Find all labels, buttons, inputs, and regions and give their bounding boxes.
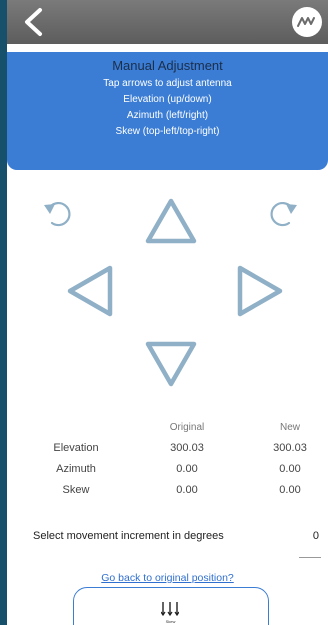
triangle-down-icon (145, 341, 197, 387)
increment-input[interactable]: 0 (289, 530, 319, 542)
panel-title: Manual Adjustment (112, 58, 223, 73)
instruction-azimuth: Azimuth (left/right) (126, 110, 209, 121)
table-header-row: Original New (7, 422, 328, 438)
instruction-line: Tap arrows to adjust antenna (103, 78, 232, 89)
azimuth-right-button[interactable] (233, 263, 285, 319)
skew-button-label: Skew (165, 619, 176, 624)
skew-left-button[interactable] (40, 195, 76, 231)
row-label: Skew (62, 484, 90, 496)
top-bar (7, 0, 328, 44)
instructions-panel: Manual Adjustment Tap arrows to adjust a… (7, 52, 328, 170)
triangle-left-icon (67, 265, 113, 317)
azimuth-left-button[interactable] (65, 263, 117, 319)
increment-label: Select movement increment in degrees (33, 530, 224, 542)
triangle-up-icon (145, 198, 197, 244)
column-original: Original (169, 422, 205, 433)
app-screen: Manual Adjustment Tap arrows to adjust a… (7, 0, 328, 625)
row-label: Elevation (53, 442, 99, 454)
skew-mode-button[interactable]: Skew (73, 587, 269, 625)
reset-position-link[interactable]: Go back to original position? (7, 572, 328, 584)
skew-right-button[interactable] (265, 195, 301, 231)
elevation-up-button[interactable] (143, 196, 199, 248)
rotate-counterclockwise-icon (44, 202, 71, 227)
row-label: Azimuth (56, 463, 96, 475)
elevation-down-button[interactable] (143, 336, 199, 390)
chevron-left-icon (25, 8, 42, 36)
back-button[interactable] (15, 4, 51, 40)
original-value: 300.03 (170, 442, 204, 454)
instruction-skew: Skew (top-left/top-right) (115, 126, 220, 137)
brand-logo-icon (292, 7, 322, 37)
original-value: 0.00 (176, 463, 198, 475)
new-value: 0.00 (279, 484, 301, 496)
table-row: Skew 0.00 0.00 (7, 484, 328, 500)
column-new: New (279, 422, 300, 433)
table-row: Azimuth 0.00 0.00 (7, 463, 328, 479)
triangle-right-icon (237, 265, 283, 317)
new-value: 300.03 (273, 442, 307, 454)
skew-arrows-icon (161, 602, 179, 617)
rotate-clockwise-icon (270, 202, 297, 227)
table-row: Elevation 300.03 300.03 (7, 442, 328, 458)
original-value: 0.00 (176, 484, 198, 496)
increment-input-underline (299, 557, 321, 558)
new-value: 0.00 (279, 463, 301, 475)
instruction-elevation: Elevation (up/down) (123, 94, 212, 105)
